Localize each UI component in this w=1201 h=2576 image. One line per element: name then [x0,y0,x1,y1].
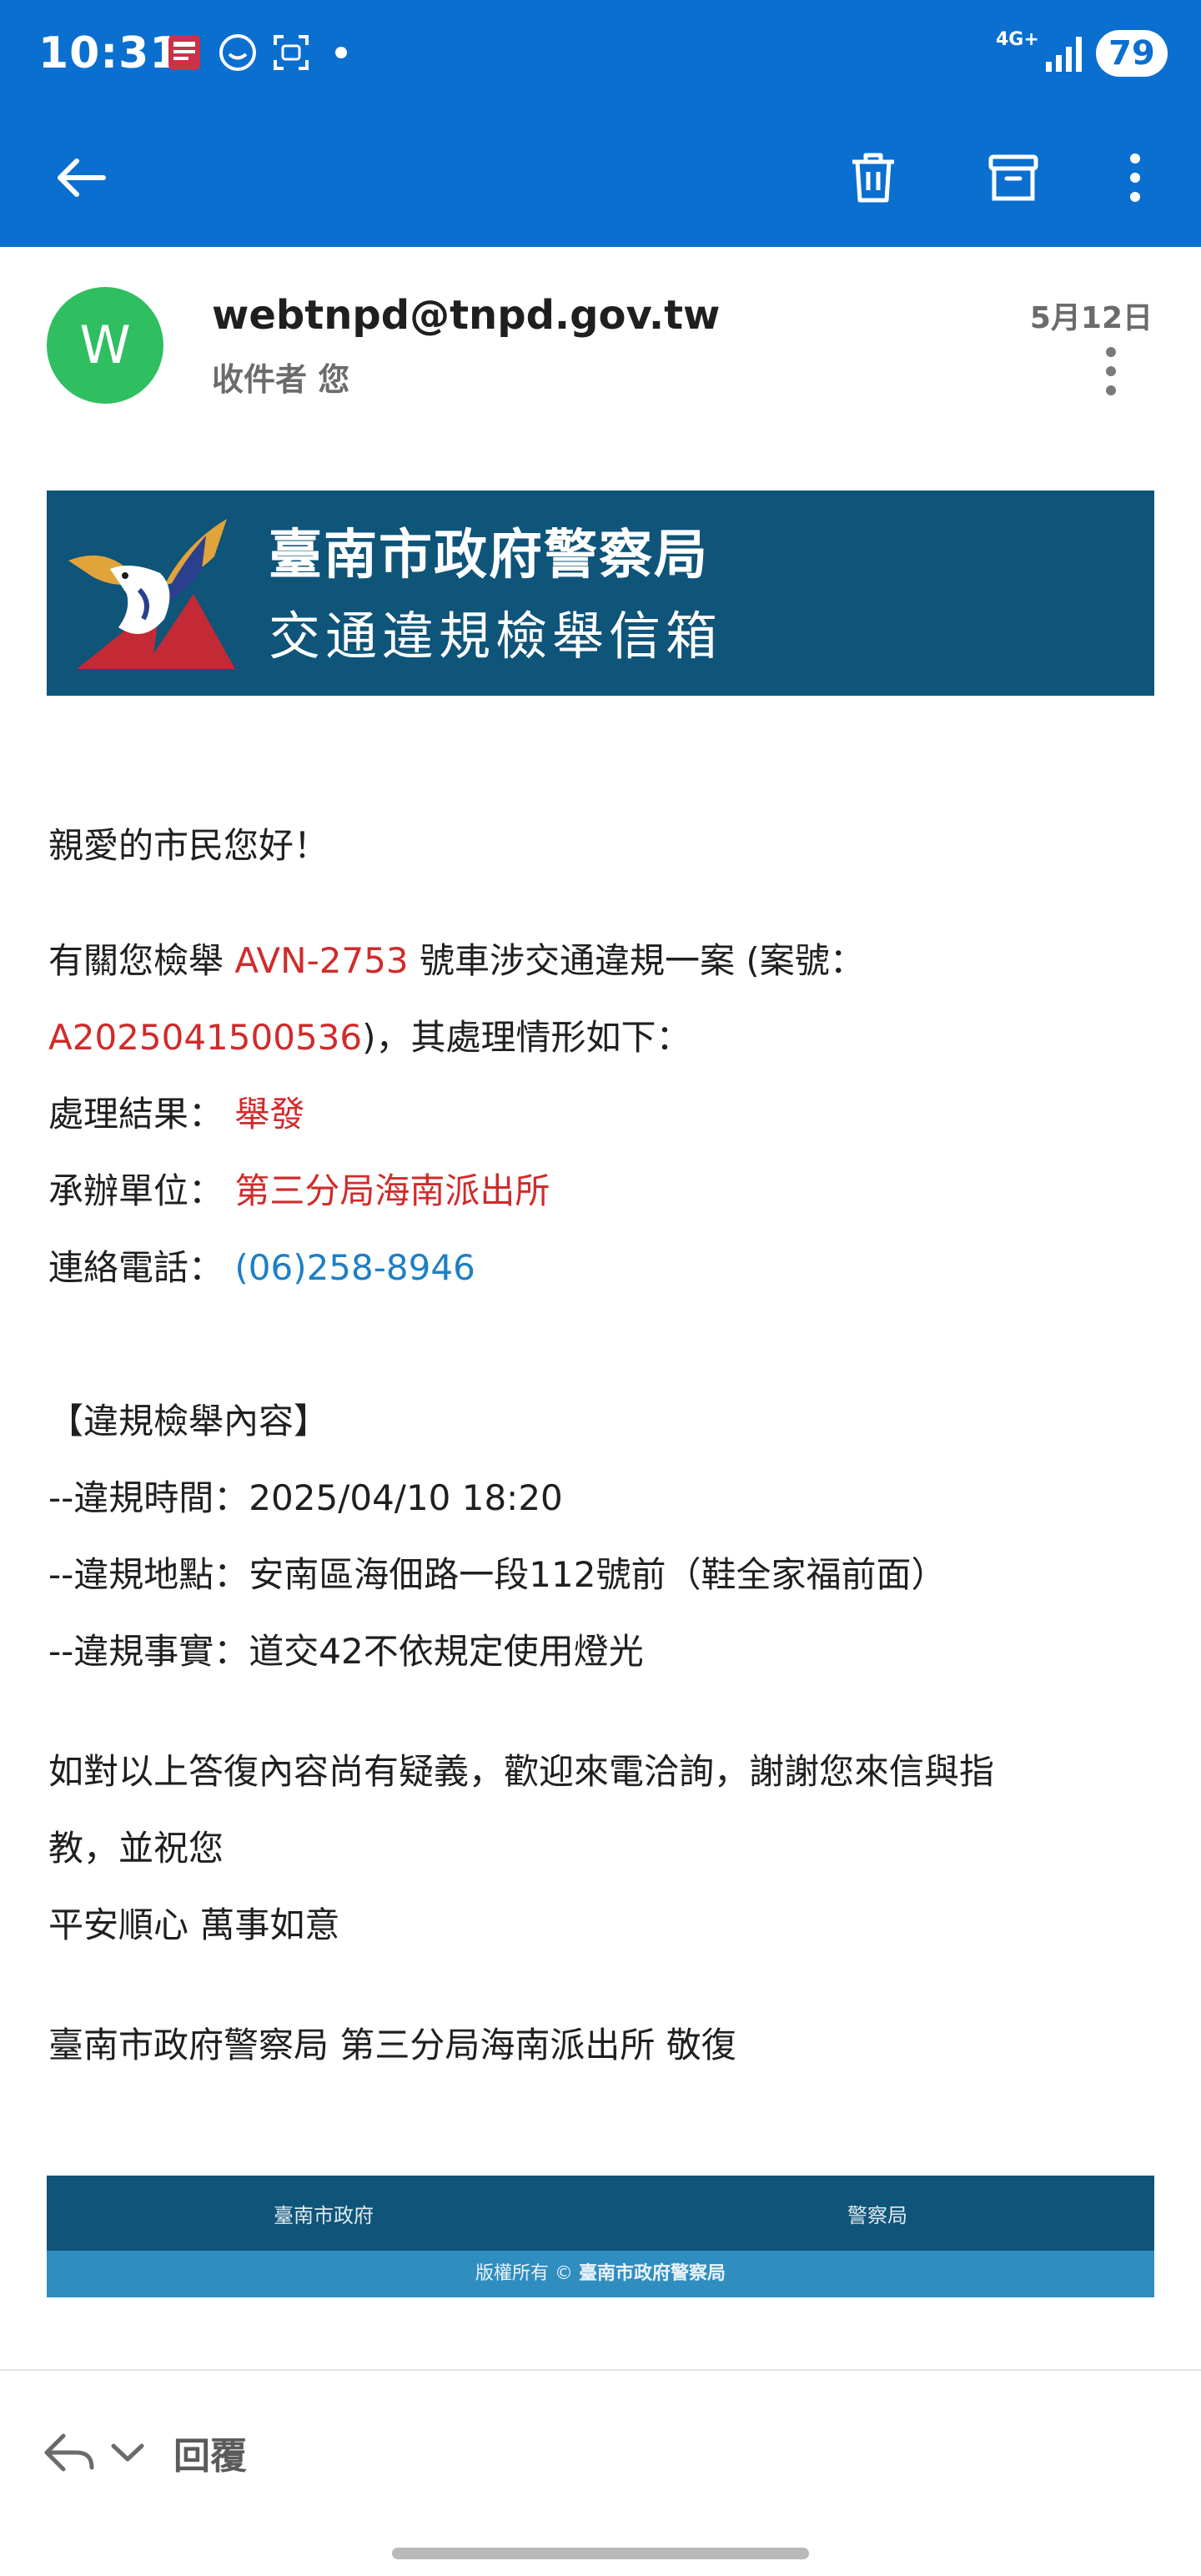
banner-title: 臺南市政府警察局 [269,525,709,586]
plate-number: AVN-2753 [234,940,409,981]
reply-button[interactable]: 回覆 [40,2419,247,2486]
battery-level: 79 [1096,30,1168,77]
police-banner: 臺南市政府警察局 交通違規檢舉信箱 [47,491,1154,696]
closing-line-1: 如對以上答復內容尚有疑義，歡迎來電洽詢，謝謝您來信與指 [48,1751,995,1792]
footer-link-police[interactable]: 警察局 [847,2199,907,2228]
status-bar: 10:31 4G+ 79 [0,0,1201,108]
closing-line-3: 平安順心 萬事如意 [48,1904,340,1945]
reply-arrow-icon [44,2433,94,2472]
police-bird-logo-icon [68,519,235,669]
delete-button[interactable] [827,132,919,224]
banner-subtitle: 交通違規檢舉信箱 [269,606,723,667]
reply-label: 回覆 [173,2435,247,2478]
notification-dot [335,47,347,58]
greeting: 親愛的市民您好！ [48,825,329,866]
report-intro-line: 有關您檢舉 AVN-2753 號車涉交通違規一案 (案號： [48,940,865,981]
signal-icon [1046,37,1082,72]
result-line: 處理結果： 舉發 [48,1094,305,1135]
arrow-left-icon [58,158,106,197]
archive-button[interactable] [967,132,1059,224]
result-value: 舉發 [234,1094,305,1135]
phone-line: 連絡電話： (06)258-8946 [48,1247,475,1288]
more-options-button[interactable] [1089,132,1181,224]
app-bar: 10:31 4G+ 79 [0,0,1201,247]
back-button[interactable] [35,132,127,224]
sender-address[interactable]: webtnpd@tnpd.gov.tw [212,292,720,339]
gesture-bar[interactable] [392,2548,809,2559]
footer-link-city[interactable]: 臺南市政府 [274,2199,374,2228]
copyright-bar: 版權所有 © 臺南市政府警察局 [47,2251,1154,2297]
divider [0,2369,1201,2371]
violation-place: --違規地點：安南區海佃路一段112號前（鞋全家福前面） [48,1554,947,1595]
case-number: A2025041500536 [48,1017,363,1058]
trash-icon [852,153,894,203]
recipient-label[interactable]: 收件者 您 [212,354,349,400]
violation-time: --違規時間：2025/04/10 18:20 [48,1477,563,1518]
archive-icon [988,154,1038,201]
signature: 臺南市政府警察局 第三分局海南派出所 敬復 [48,2025,736,2065]
network-type: 4G+ [996,29,1039,50]
unit-line: 承辦單位： 第三分局海南派出所 [48,1170,550,1211]
unit-value: 第三分局海南派出所 [234,1170,550,1211]
violation-fact: --違規事實：道交42不依規定使用燈光 [48,1631,644,1672]
message-more-button[interactable] [1093,342,1129,400]
email-toolbar [0,108,1201,247]
case-number-line: A2025041500536)，其處理情形如下： [48,1017,691,1058]
sender-avatar[interactable]: W [47,287,163,404]
chevron-down-icon[interactable] [107,2436,148,2469]
email-date: 5月12日 [1029,301,1153,335]
more-vertical-icon [1130,153,1140,202]
news-app-icon [168,35,200,70]
status-time: 10:31 [38,28,181,78]
content-heading: 【違規檢舉內容】 [48,1401,329,1441]
screenshot-icon [274,35,309,70]
chat-icon [219,34,256,71]
phone-link[interactable]: (06)258-8946 [234,1247,475,1288]
closing-line-2: 教，並祝您 [48,1828,224,1869]
email-footer-links: 臺南市政府 警察局 [47,2176,1154,2251]
